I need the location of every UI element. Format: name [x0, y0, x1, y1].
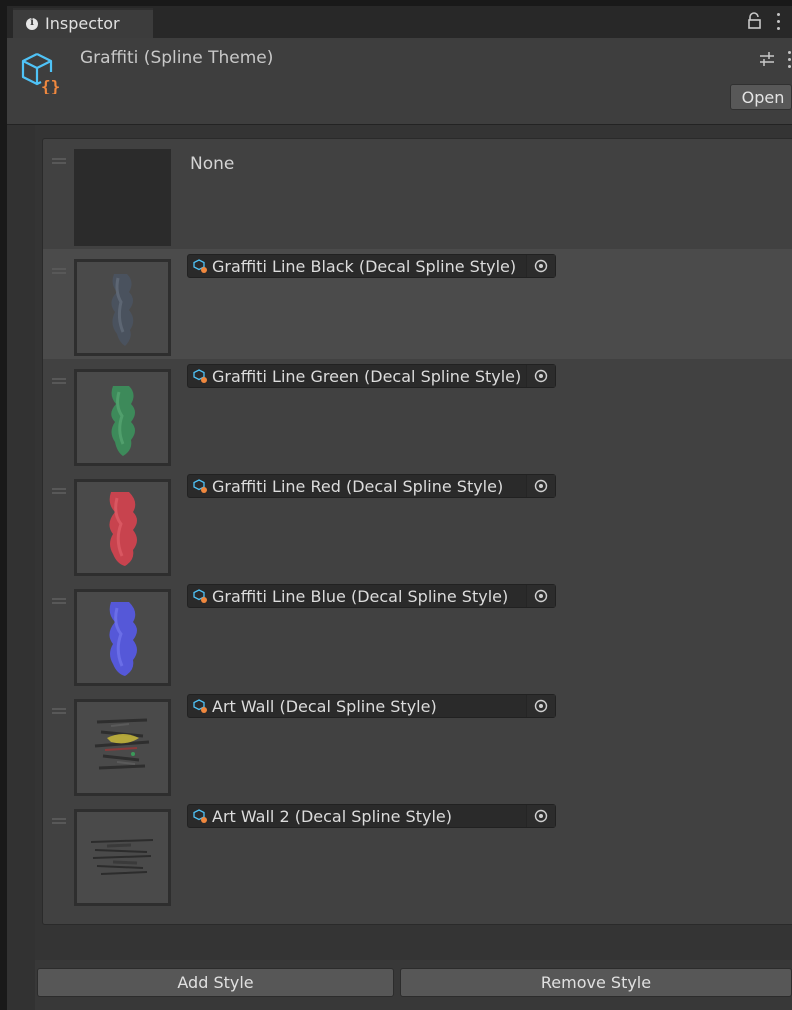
- tab-bar: Inspector: [7, 6, 792, 38]
- art-wall-2-preview: [90, 839, 154, 875]
- spline-theme-asset-icon: {}: [21, 53, 60, 94]
- list-item[interactable]: Graffiti Line Red (Decal Spline Style): [43, 469, 792, 579]
- left-gutter: [7, 125, 35, 1010]
- style-thumbnail: [74, 259, 171, 356]
- style-object-field[interactable]: Art Wall (Decal Spline Style): [187, 694, 556, 718]
- tab-label: Inspector: [45, 14, 120, 33]
- target-icon: [534, 809, 548, 823]
- decal-spline-style-icon: [193, 369, 207, 383]
- style-name: Graffiti Line Green (Decal Spline Style): [212, 367, 522, 386]
- style-thumbnail: [74, 589, 171, 686]
- style-name: Graffiti Line Red (Decal Spline Style): [212, 477, 504, 496]
- inspector-content: None Graffiti Line Black (Decal Spline S…: [7, 125, 792, 1010]
- style-object-field[interactable]: Graffiti Line Blue (Decal Spline Style): [187, 584, 556, 608]
- style-object-field[interactable]: Art Wall 2 (Decal Spline Style): [187, 804, 556, 828]
- style-name: Graffiti Line Black (Decal Spline Style): [212, 257, 517, 276]
- object-picker-button[interactable]: [526, 585, 555, 607]
- presets-icon[interactable]: [758, 51, 776, 67]
- list-item[interactable]: Art Wall (Decal Spline Style): [43, 689, 792, 799]
- decal-spline-style-icon: [193, 589, 207, 603]
- target-icon: [534, 589, 548, 603]
- drag-handle-icon[interactable]: [52, 378, 66, 384]
- art-wall-preview: [94, 718, 150, 770]
- inspector-window: Inspector {} Graffiti (Spline Theme) Ope…: [7, 6, 792, 1010]
- remove-style-button[interactable]: Remove Style: [400, 968, 792, 997]
- graffiti-blue-preview: [109, 602, 137, 676]
- header-menu-icon[interactable]: [786, 51, 792, 69]
- svg-text:{}: {}: [41, 77, 60, 94]
- style-thumbnail-empty: [74, 149, 171, 246]
- list-item[interactable]: Art Wall 2 (Decal Spline Style): [43, 799, 792, 909]
- list-item[interactable]: Graffiti Line Blue (Decal Spline Style): [43, 579, 792, 689]
- none-label: None: [190, 154, 235, 174]
- drag-handle-icon[interactable]: [52, 598, 66, 604]
- decal-spline-style-icon: [193, 479, 207, 493]
- style-object-field[interactable]: Graffiti Line Red (Decal Spline Style): [187, 474, 556, 498]
- style-object-field[interactable]: Graffiti Line Green (Decal Spline Style): [187, 364, 556, 388]
- target-icon: [534, 479, 548, 493]
- target-icon: [534, 259, 548, 273]
- style-name: Graffiti Line Blue (Decal Spline Style): [212, 587, 509, 606]
- list-item[interactable]: Graffiti Line Green (Decal Spline Style): [43, 359, 792, 469]
- style-name: Art Wall 2 (Decal Spline Style): [212, 807, 452, 826]
- tab-menu-icon[interactable]: [775, 13, 781, 31]
- decal-spline-style-icon: [193, 699, 207, 713]
- info-icon: [26, 17, 38, 30]
- object-picker-button[interactable]: [526, 255, 555, 277]
- style-list: None Graffiti Line Black (Decal Spline S…: [42, 138, 792, 925]
- target-icon: [534, 369, 548, 383]
- inspector-header: {} Graffiti (Spline Theme) Open: [7, 38, 792, 125]
- graffiti-black-preview: [111, 274, 134, 346]
- drag-handle-icon[interactable]: [52, 488, 66, 494]
- footer-buttons: Add Style Remove Style: [37, 968, 792, 998]
- list-item[interactable]: Graffiti Line Black (Decal Spline Style): [43, 249, 792, 359]
- graffiti-green-preview: [111, 386, 135, 456]
- object-picker-button[interactable]: [526, 805, 555, 827]
- style-thumbnail: [74, 809, 171, 906]
- object-picker-button[interactable]: [526, 475, 555, 497]
- lock-icon[interactable]: [747, 12, 761, 30]
- tab-inspector[interactable]: Inspector: [13, 8, 153, 38]
- drag-handle-icon[interactable]: [52, 708, 66, 714]
- target-icon: [534, 699, 548, 713]
- asset-title: Graffiti (Spline Theme): [80, 48, 274, 68]
- style-name: Art Wall (Decal Spline Style): [212, 697, 437, 716]
- style-thumbnail: [74, 369, 171, 466]
- open-button[interactable]: Open: [730, 84, 792, 110]
- drag-handle-icon[interactable]: [52, 268, 66, 274]
- drag-handle-icon[interactable]: [52, 818, 66, 824]
- add-style-button[interactable]: Add Style: [37, 968, 394, 997]
- list-item-none[interactable]: None: [43, 139, 792, 249]
- decal-spline-style-icon: [193, 809, 207, 823]
- drag-handle-icon[interactable]: [52, 158, 66, 164]
- style-object-field[interactable]: Graffiti Line Black (Decal Spline Style): [187, 254, 556, 278]
- style-thumbnail: [74, 699, 171, 796]
- decal-spline-style-icon: [193, 259, 207, 273]
- style-thumbnail: [74, 479, 171, 576]
- object-picker-button[interactable]: [526, 365, 555, 387]
- object-picker-button[interactable]: [526, 695, 555, 717]
- graffiti-red-preview: [109, 492, 137, 566]
